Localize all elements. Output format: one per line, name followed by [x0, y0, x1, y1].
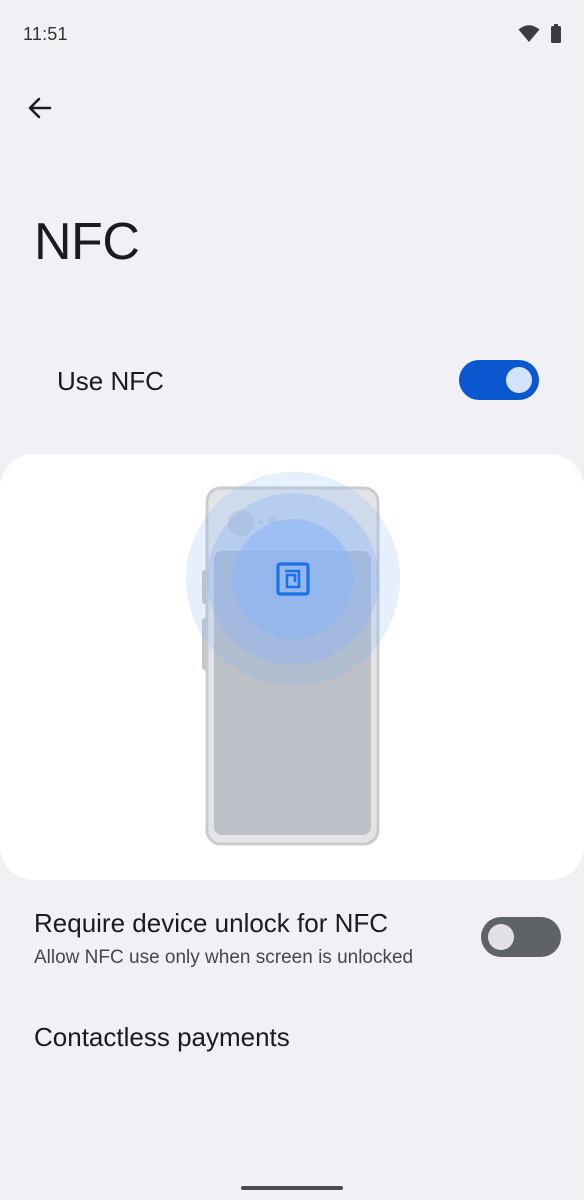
- require-unlock-toggle[interactable]: [481, 917, 561, 957]
- require-unlock-summary: Allow NFC use only when screen is unlock…: [34, 947, 414, 968]
- status-time: 11:51: [23, 24, 68, 44]
- status-bar: 11:51: [0, 0, 584, 70]
- contactless-payments-label: Contactless payments: [34, 1022, 290, 1052]
- arrow-back-icon: [27, 95, 53, 126]
- nfc-illustration-card: [0, 454, 584, 880]
- toggle-thumb: [506, 367, 532, 393]
- page-title: NFC: [34, 213, 140, 271]
- use-nfc-row[interactable]: Use NFC: [0, 340, 584, 420]
- use-nfc-toggle[interactable]: [459, 360, 539, 400]
- contactless-payments-row[interactable]: Contactless payments: [0, 1000, 584, 1076]
- require-unlock-title: Require device unlock for NFC: [34, 908, 389, 938]
- require-unlock-row[interactable]: Require device unlock for NFC Allow NFC …: [0, 890, 584, 986]
- gesture-nav-handle[interactable]: [241, 1186, 343, 1190]
- status-icons: [518, 24, 562, 49]
- back-button[interactable]: [14, 84, 66, 136]
- battery-icon: [550, 24, 562, 49]
- use-nfc-label: Use NFC: [57, 366, 164, 396]
- toggle-thumb: [488, 924, 514, 950]
- wifi-icon: [518, 24, 540, 49]
- phone-illustration: [186, 472, 400, 846]
